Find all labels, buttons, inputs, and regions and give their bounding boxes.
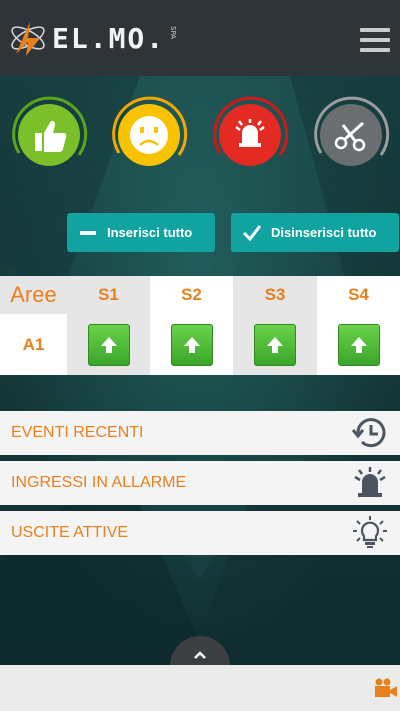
logo-mark-icon	[11, 22, 45, 56]
logo-suffix: SPA	[169, 26, 178, 40]
table-cell	[317, 314, 400, 375]
logo: EL.MO. SPA	[6, 16, 177, 60]
table-cell	[233, 314, 317, 375]
arrow-up-icon	[100, 336, 117, 353]
list-item-label: USCITE ATTIVE	[11, 524, 129, 541]
alarm-bell-icon	[235, 119, 265, 147]
scissors-icon	[334, 121, 366, 152]
column-header-s3: S3	[233, 276, 317, 314]
bottom-bar	[0, 665, 400, 711]
checkmark-icon	[243, 224, 261, 241]
list-item-label: INGRESSI IN ALLARME	[11, 474, 187, 491]
thumbs-up-icon	[35, 120, 67, 152]
list-item-recent-events[interactable]: EVENTI RECENTI	[0, 411, 400, 455]
disarm-all-button[interactable]: Disinserisci tutto	[231, 213, 399, 252]
list-item-alarm-inputs[interactable]: INGRESSI IN ALLARME	[0, 461, 400, 505]
arm-sector-button-s4[interactable]	[337, 323, 380, 366]
alarm-bell-icon	[354, 467, 386, 497]
areas-header-label: Aree	[0, 276, 67, 314]
chevron-up-icon	[194, 651, 206, 659]
status-alarm[interactable]	[211, 96, 289, 174]
arm-sector-button-s2[interactable]	[170, 323, 213, 366]
arm-sector-button-s1[interactable]	[87, 323, 130, 366]
arm-all-button[interactable]: Inserisci tutto	[67, 213, 215, 252]
column-header-s4: S4	[348, 285, 369, 304]
table-cell	[67, 314, 150, 375]
history-clock-icon	[351, 418, 386, 448]
arrow-up-icon	[183, 336, 200, 353]
column-header-s2: S2	[181, 285, 202, 304]
disarm-all-label: Disinserisci tutto	[271, 225, 377, 240]
column-header-s1: S1	[67, 276, 150, 314]
status-tamper[interactable]	[312, 96, 390, 174]
status-indicators	[0, 96, 400, 180]
minus-icon	[79, 224, 97, 242]
table-cell	[150, 314, 233, 375]
lightbulb-icon	[353, 516, 387, 548]
arrow-up-icon	[350, 336, 367, 353]
arm-all-label: Inserisci tutto	[107, 225, 193, 240]
list-item-label: EVENTI RECENTI	[11, 424, 144, 441]
video-camera-icon[interactable]	[374, 677, 398, 699]
arm-sector-button-s3[interactable]	[254, 323, 296, 366]
sad-face-icon	[130, 116, 168, 154]
logo-text: EL.MO.	[52, 21, 166, 55]
arrow-up-icon	[267, 336, 283, 353]
app-header: EL.MO. SPA	[0, 0, 400, 76]
status-system-ok[interactable]	[10, 96, 88, 174]
hamburger-menu-icon[interactable]	[360, 28, 390, 52]
row-label-a1: A1	[22, 334, 45, 354]
status-warning[interactable]	[110, 96, 188, 174]
areas-table: Aree S1 S2 S3 S4 A1	[0, 276, 400, 375]
list-item-active-outputs[interactable]: USCITE ATTIVE	[0, 511, 400, 555]
